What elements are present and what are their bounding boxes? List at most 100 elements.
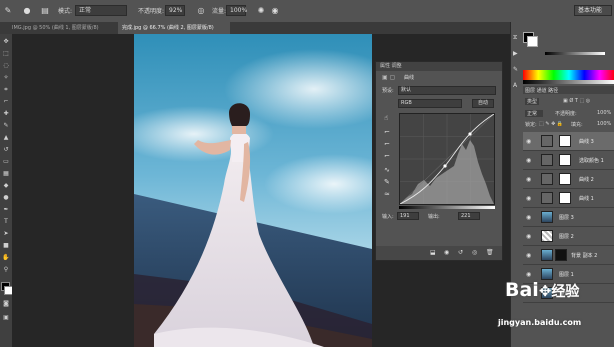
- mode-dropdown[interactable]: 正常: [75, 5, 127, 16]
- gray-point-eyedropper-icon[interactable]: ⌐: [384, 140, 390, 148]
- layer-row[interactable]: ◉ 选取颜色 1: [523, 151, 614, 170]
- options-bar: ✎ ● ▤ 模式: 正常 不透明度: 92% ◎ 流量: 100% ✺ ◉ 基本…: [0, 0, 614, 23]
- filter-icons[interactable]: ▣ Ø T ⬚ ◎: [563, 98, 590, 104]
- type-tool-icon[interactable]: T: [2, 218, 10, 226]
- layer-name: 图层 3: [559, 215, 574, 221]
- quick-select-tool-icon[interactable]: ✧: [2, 74, 10, 82]
- color-ramp[interactable]: [523, 70, 614, 80]
- lock-label: 锁定:: [525, 122, 537, 128]
- layer-row[interactable]: ◉ 曲线 1: [523, 189, 614, 208]
- brush-panel-icon[interactable]: ▤: [40, 6, 50, 16]
- bride-photo: [134, 34, 372, 347]
- eyedropper-tool-icon[interactable]: ⌐: [2, 98, 10, 106]
- lasso-tool-icon[interactable]: ◌: [2, 62, 10, 70]
- black-point-eyedropper-icon[interactable]: ⌐: [384, 128, 390, 136]
- brush-preset-icon[interactable]: ●: [22, 6, 32, 16]
- pressure-opacity-icon[interactable]: ◎: [196, 6, 206, 16]
- layer-opacity-label: 不透明度:: [555, 111, 577, 117]
- blur-tool-icon[interactable]: ◆: [2, 182, 10, 190]
- document-image[interactable]: [134, 34, 372, 347]
- pencil-draw-icon[interactable]: ✎: [384, 178, 390, 186]
- auto-button[interactable]: 自动: [472, 99, 494, 108]
- gray-ramp[interactable]: [523, 80, 614, 84]
- white-point-eyedropper-icon[interactable]: ⌐: [384, 152, 390, 160]
- visibility-eye-icon[interactable]: ◉: [526, 157, 531, 164]
- curves-graph[interactable]: [399, 113, 495, 205]
- history-panel-icon[interactable]: ⧖: [513, 34, 517, 42]
- blend-mode-dropdown[interactable]: 正常: [525, 110, 544, 117]
- pen-tool-icon[interactable]: ✒: [2, 206, 10, 214]
- shape-tool-icon[interactable]: ■: [2, 242, 10, 250]
- history-brush-icon[interactable]: ↺: [2, 146, 10, 154]
- visibility-eye-icon[interactable]: ◉: [526, 138, 531, 145]
- on-image-adjust-icon[interactable]: ☝: [384, 114, 388, 122]
- visibility-eye-icon[interactable]: ◉: [526, 176, 531, 183]
- dodge-tool-icon[interactable]: ●: [2, 194, 10, 202]
- curve-point-2[interactable]: [468, 132, 472, 136]
- opacity-field[interactable]: 92%: [165, 5, 185, 16]
- input-value-field[interactable]: 191: [397, 212, 419, 220]
- input-label: 输入:: [382, 214, 394, 220]
- document-tab-bar: IMG.jpg @ 50% (曲线 1, 图层蒙版/8) 完成.jpg @ 66…: [0, 22, 510, 34]
- path-select-icon[interactable]: ➤: [2, 230, 10, 238]
- flow-field[interactable]: 100%: [226, 5, 247, 16]
- clip-to-layer-icon[interactable]: ⬓: [430, 249, 436, 256]
- layer-mask-thumb: [555, 249, 567, 261]
- healing-tool-icon[interactable]: ✚: [2, 110, 10, 118]
- layer-opacity-value[interactable]: 100%: [597, 110, 611, 116]
- layer-name: 背景 副本 2: [571, 253, 598, 259]
- layer-row[interactable]: ◉ 图层 2: [523, 227, 614, 246]
- view-previous-icon[interactable]: ◉: [444, 249, 449, 256]
- curve-point-1[interactable]: [443, 164, 447, 168]
- tab-img[interactable]: IMG.jpg @ 50% (曲线 1, 图层蒙版/8): [8, 22, 116, 34]
- channel-dropdown[interactable]: RGB: [398, 99, 462, 108]
- curve-edit-icon[interactable]: ∿: [384, 166, 390, 174]
- opacity-label: 不透明度:: [138, 8, 165, 15]
- workspace-dropdown[interactable]: 基本功能: [574, 5, 612, 16]
- reset-icon[interactable]: ↺: [458, 249, 463, 256]
- quick-mask-icon[interactable]: ◙: [2, 300, 10, 308]
- layer-row[interactable]: ◉ 曲线 3: [523, 132, 614, 151]
- visibility-icon[interactable]: ◎: [472, 249, 477, 256]
- visibility-eye-icon[interactable]: ◉: [526, 271, 531, 278]
- actions-panel-icon[interactable]: ▶: [513, 50, 518, 57]
- gradient-tool-icon[interactable]: ▦: [2, 170, 10, 178]
- move-tool-icon[interactable]: ✥: [2, 38, 10, 46]
- visibility-eye-icon[interactable]: ◉: [526, 195, 531, 202]
- color-slider[interactable]: [545, 52, 605, 55]
- layer-row[interactable]: ◉ 图层 3: [523, 208, 614, 227]
- brush-panel-icon-2[interactable]: ✎: [513, 66, 518, 73]
- visibility-eye-icon[interactable]: ◉: [526, 233, 531, 240]
- properties-footer: ⬓ ◉ ↺ ◎ 🗑: [376, 246, 502, 260]
- fill-value[interactable]: 100%: [597, 121, 611, 127]
- delete-icon[interactable]: 🗑: [486, 249, 494, 256]
- layer-row[interactable]: ◉ 曲线 2: [523, 170, 614, 189]
- crop-tool-icon[interactable]: ⌗: [2, 86, 10, 94]
- properties-panel-tabs[interactable]: 属性 调整: [376, 62, 502, 71]
- flow-label: 流量:: [212, 8, 227, 15]
- layers-panel-tabs[interactable]: 图层 通道 路径: [523, 86, 614, 94]
- layer-filter-dropdown[interactable]: 类型: [525, 98, 540, 105]
- stamp-tool-icon[interactable]: ▲: [2, 134, 10, 142]
- visibility-eye-icon[interactable]: ◉: [526, 214, 531, 221]
- brush-tool-icon-2[interactable]: ✎: [2, 122, 10, 130]
- eraser-tool-icon[interactable]: ▭: [2, 158, 10, 166]
- zoom-tool-icon[interactable]: ⚲: [2, 266, 10, 274]
- airbrush-icon[interactable]: ✺: [256, 6, 266, 16]
- layer-name: 曲线 2: [579, 177, 594, 183]
- preset-label: 预设:: [382, 88, 394, 94]
- character-panel-icon[interactable]: A: [513, 82, 517, 89]
- visibility-eye-icon[interactable]: ◉: [526, 252, 531, 259]
- output-value-field[interactable]: 221: [458, 212, 480, 220]
- tab-complete[interactable]: 完成.jpg @ 66.7% (曲线 2, 图层蒙版/8): [118, 22, 230, 34]
- marquee-tool-icon[interactable]: ⬚: [2, 50, 10, 58]
- smooth-curve-icon[interactable]: ≈: [384, 190, 390, 198]
- screen-mode-icon[interactable]: ▣: [2, 314, 10, 322]
- preset-dropdown[interactable]: 默认: [398, 86, 496, 95]
- panel-background-swatch[interactable]: [527, 36, 538, 47]
- lock-icons[interactable]: ⬚ ✎ ✥ 🔒: [539, 121, 563, 127]
- layer-row[interactable]: ◉ 背景 副本 2: [523, 246, 614, 265]
- hand-tool-icon[interactable]: ✋: [2, 254, 10, 262]
- pressure-size-icon[interactable]: ◉: [270, 6, 280, 16]
- brush-tool-icon[interactable]: ✎: [3, 6, 13, 16]
